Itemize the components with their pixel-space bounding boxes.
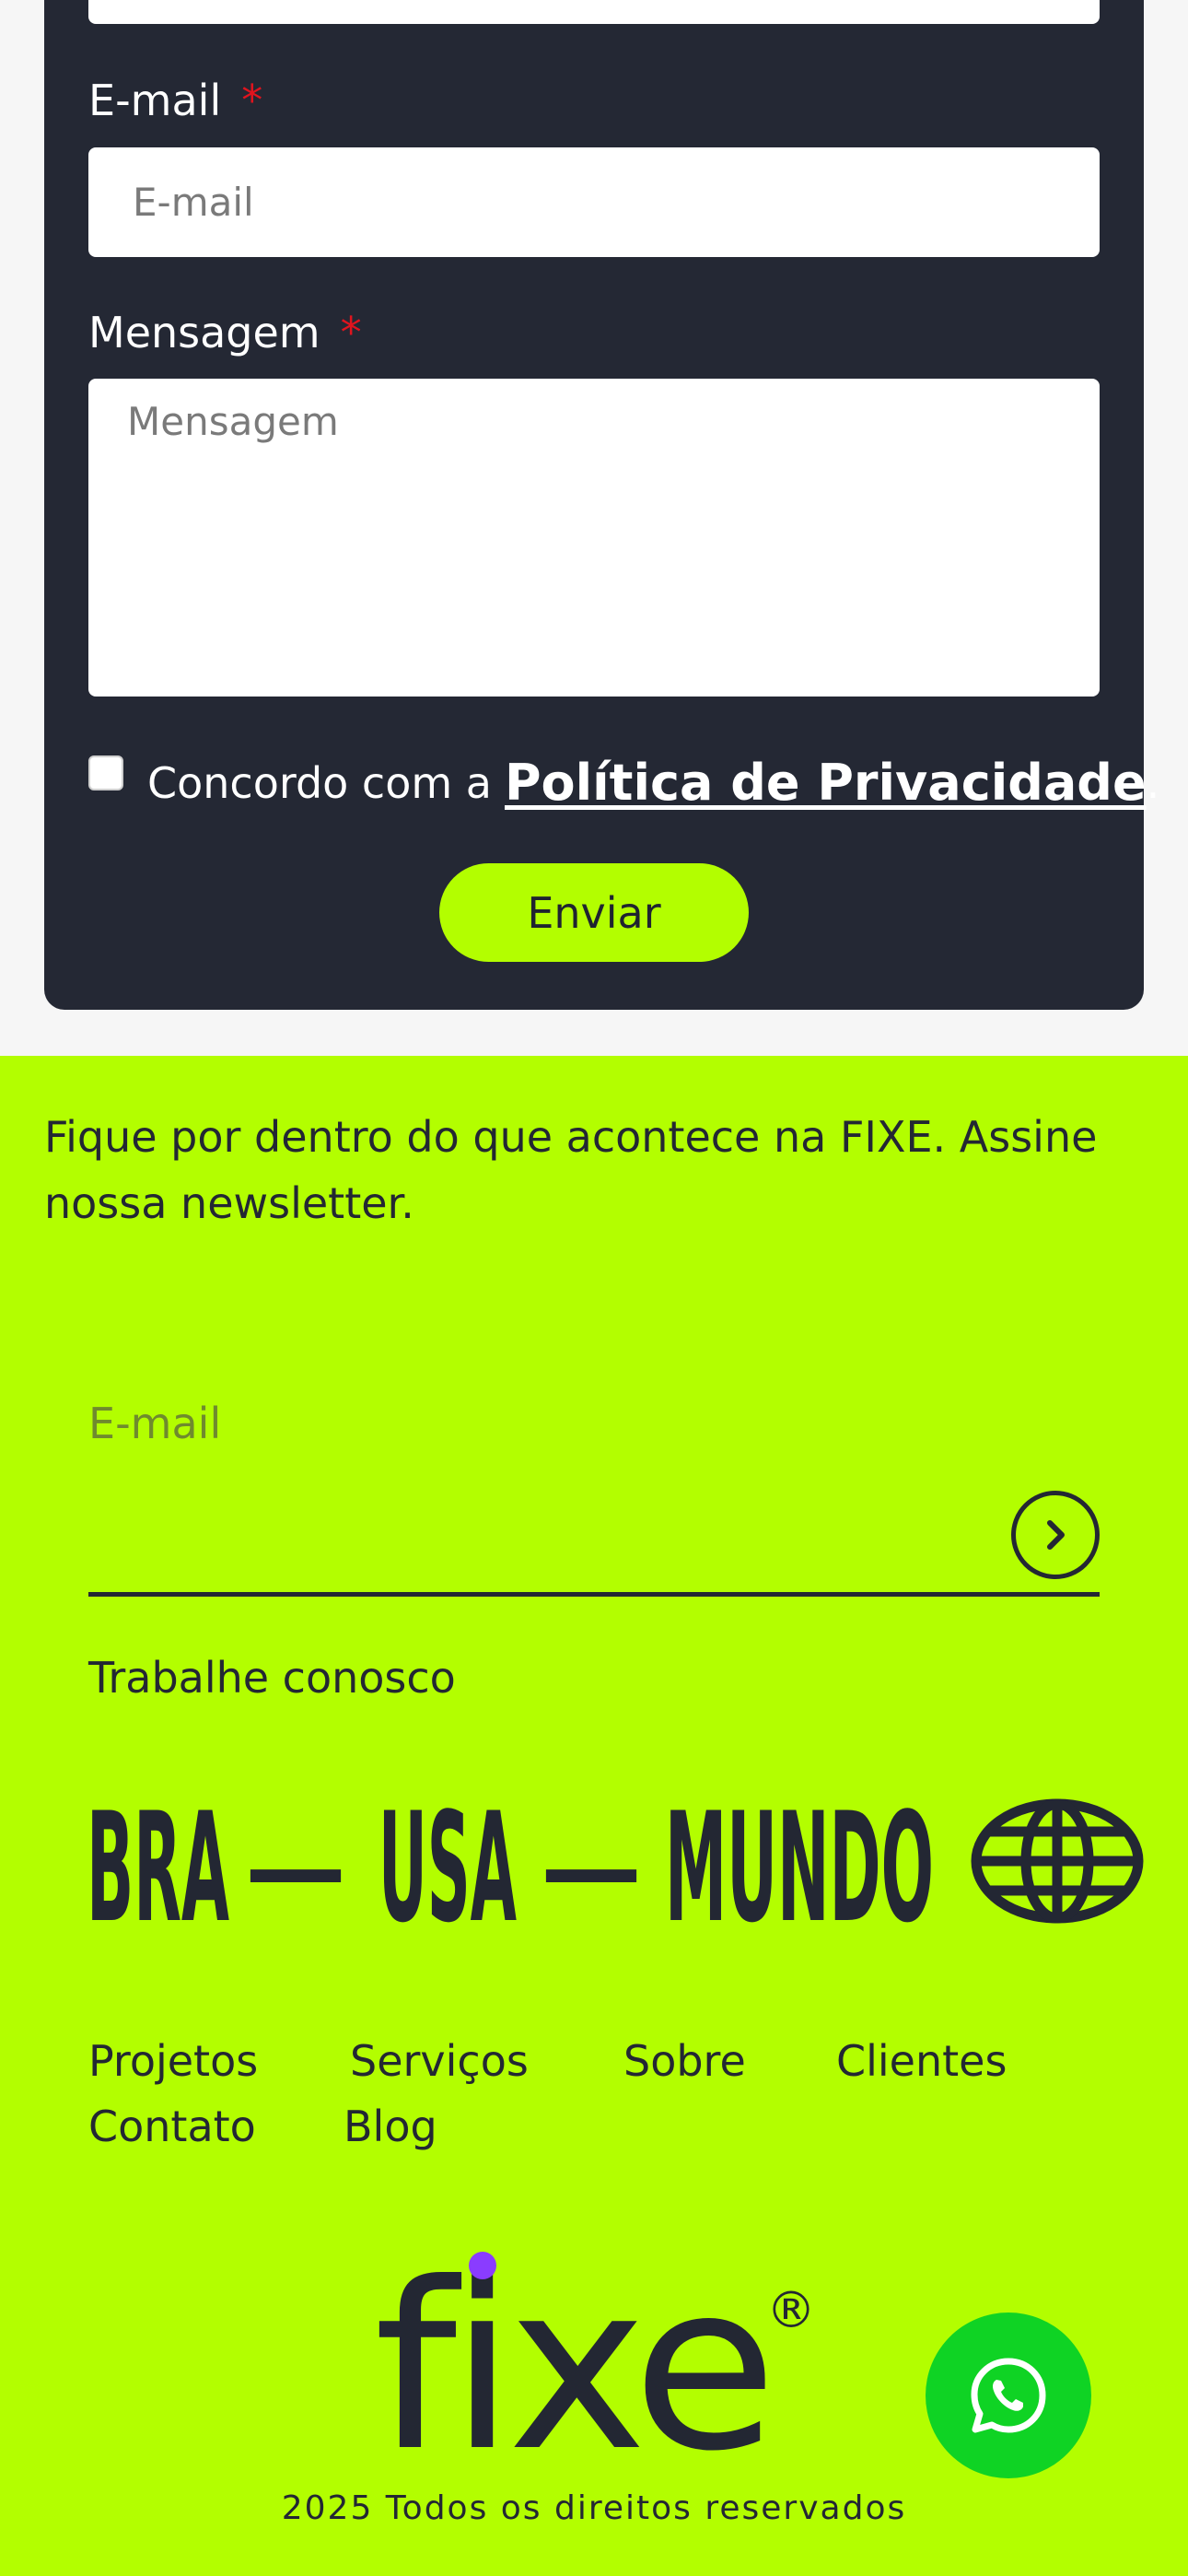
required-asterisk: * (241, 76, 263, 125)
message-textarea[interactable] (88, 379, 1100, 697)
newsletter-email-input[interactable]: E-mail (88, 1399, 221, 1448)
footer-nav-servicos[interactable]: Serviços (350, 2036, 529, 2086)
chevron-right-icon (1047, 1520, 1065, 1550)
consent-text: Concordo com a (147, 757, 492, 808)
newsletter-description: Fique por dentro do que acontece na FIXE… (44, 1112, 1098, 1228)
footer-nav-projetos[interactable]: Projetos (88, 2036, 258, 2086)
footer-nav-blog[interactable]: Blog (344, 2102, 437, 2151)
banner-dash-2: — (541, 1809, 642, 1927)
send-button-label: Enviar (527, 887, 661, 938)
whatsapp-icon (971, 2358, 1046, 2433)
footer-nav-clientes[interactable]: Clientes (836, 2036, 1007, 2086)
required-asterisk: * (340, 308, 362, 357)
footer-nav-contato[interactable]: Contato (88, 2102, 256, 2151)
banner-dash-1: — (245, 1809, 346, 1927)
copyright-text: 2025 Todos os direitos reservados (281, 2489, 907, 2527)
footer: Fique por dentro do que acontece na FIXE… (0, 1056, 1188, 2576)
locations-banner: BRA — USA — MUNDO (87, 1793, 1144, 1931)
message-label-text: Mensagem (88, 308, 320, 357)
message-label: Mensagem * (88, 311, 362, 354)
privacy-consent-row: Concordo com a Política de Privacidade. (88, 754, 1159, 812)
send-button[interactable]: Enviar (439, 863, 749, 962)
footer-nav-sobre[interactable]: Sobre (623, 2036, 746, 2086)
fixe-logo: fixe ® (374, 2235, 816, 2456)
privacy-consent-checkbox[interactable] (88, 755, 123, 790)
email-label: E-mail * (88, 79, 262, 122)
banner-bra: BRA (87, 1793, 229, 1931)
email-input[interactable] (88, 147, 1100, 257)
logo-wordmark: fixe (374, 2235, 770, 2456)
logo-registered-mark: ® (766, 2281, 816, 2339)
whatsapp-button[interactable] (926, 2313, 1091, 2478)
previous-input-field[interactable] (88, 0, 1100, 24)
logo-dot (469, 2252, 496, 2279)
newsletter-submit-button[interactable] (1011, 1491, 1100, 1579)
work-with-us-link[interactable]: Trabalhe conosco (88, 1653, 456, 1703)
newsletter-input-underline (88, 1592, 1100, 1597)
email-label-text: E-mail (88, 76, 222, 125)
banner-usa: USA (379, 1793, 517, 1931)
privacy-policy-link[interactable]: Política de Privacidade (505, 754, 1147, 812)
globe-icon (971, 1798, 1144, 1924)
consent-period: . (1146, 757, 1160, 808)
banner-mundo: MUNDO (665, 1793, 934, 1931)
